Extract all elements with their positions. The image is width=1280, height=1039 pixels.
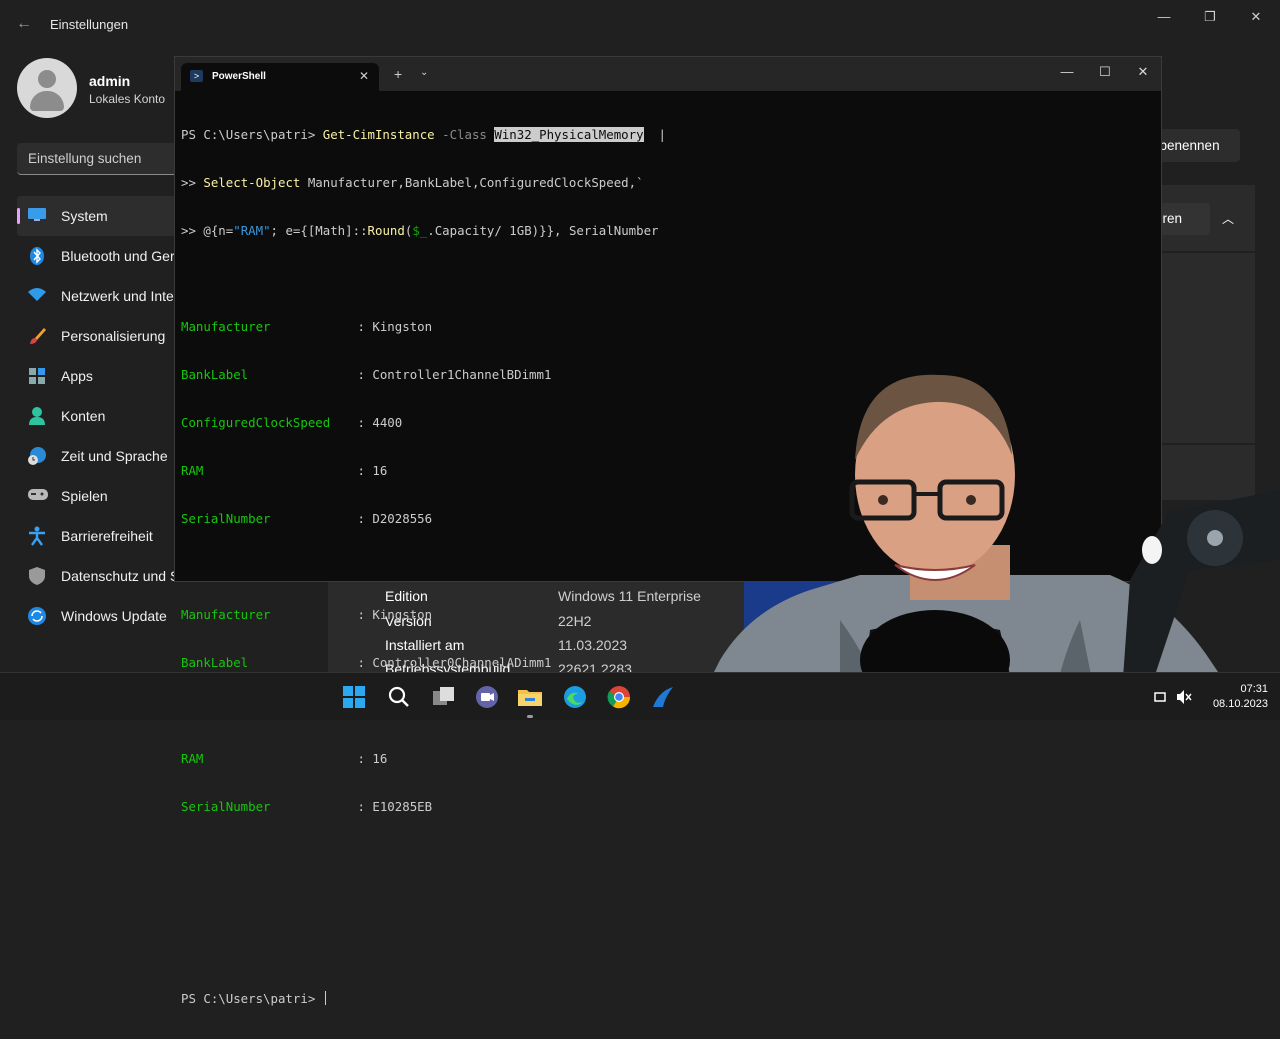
shield-icon [27,566,47,586]
sidebar-item-label: Barrierefreiheit [61,528,153,544]
sidebar-item-label: System [61,208,108,224]
minimize-button[interactable]: — [1055,64,1079,79]
sidebar-item-system[interactable]: System [17,196,177,236]
system-clock[interactable]: 07:31 08.10.2023 [1196,682,1268,712]
sidebar-item-accounts[interactable]: Konten [17,396,177,436]
sidebar-item-privacy[interactable]: Datenschutz und S [17,556,180,596]
text-cursor [324,991,326,1005]
update-icon [27,606,47,626]
brush-icon [27,326,47,346]
sidebar-item-label: Spielen [61,488,108,504]
avatar [17,58,77,118]
app-icon[interactable] [649,683,677,711]
tab-powershell[interactable]: > PowerShell ✕ [181,63,379,91]
sidebar-item-apps[interactable]: Apps [17,356,177,396]
person-icon [27,406,47,426]
active-app-indicator [527,715,533,718]
output-row: RAM : 16 [181,751,388,766]
terminal-tabbar: > PowerShell ✕ + ⌄ — ☐ ✕ [175,57,1161,91]
wifi-icon [27,286,47,306]
clock-time: 07:31 [1240,683,1268,695]
output-row: Manufacturer : Kingston [181,319,433,334]
gamepad-icon [27,486,48,506]
sidebar-item-windows-update[interactable]: Windows Update [17,596,177,636]
output-row: SerialNumber : E10285EB [181,799,433,814]
edge-icon[interactable] [561,683,589,711]
active-indicator [17,208,20,224]
powershell-icon: > [190,70,203,82]
user-profile[interactable]: admin Lokales Konto [17,58,165,118]
command-line: >> Select-Object Manufacturer,BankLabel,… [181,175,644,190]
chevron-down-icon[interactable]: ⌄ [420,67,428,78]
restore-button[interactable]: ❐ [1192,6,1228,28]
close-button[interactable]: ✕ [1238,6,1274,28]
sidebar-item-personalization[interactable]: Personalisierung [17,316,177,356]
tab-label: PowerShell [212,71,266,82]
prompt-line: PS C:\Users\patri> [181,991,666,1007]
search-icon[interactable] [385,683,413,711]
output-row: BankLabel : Controller1ChannelBDimm1 [181,367,552,382]
settings-title: Einstellungen [50,17,129,32]
clock-date: 08.10.2023 [1212,698,1268,710]
command-line: PS C:\Users\patri> Get-CimInstance -Clas… [181,127,666,142]
taskbar: 07:31 08.10.2023 [0,672,1280,720]
sidebar-item-label: Konten [61,408,106,424]
close-button[interactable]: ✕ [1131,64,1155,80]
teams-chat-icon[interactable] [473,683,501,711]
rename-label: ubenennen [1152,138,1220,153]
search-input[interactable]: Einstellung suchen [17,143,192,175]
output-row: ConfiguredClockSpeed : 4400 [181,415,403,430]
apps-icon [27,366,47,386]
minimize-button[interactable]: — [1146,6,1182,28]
task-view-icon[interactable] [430,683,458,711]
sidebar-item-label: Zeit und Sprache [61,448,168,464]
maximize-button[interactable]: ☐ [1093,64,1117,80]
sidebar-item-label: Netzwerk und Inte [61,288,174,304]
search-placeholder: Einstellung suchen [28,151,142,166]
back-arrow-icon[interactable]: ← [14,14,34,34]
user-name: admin [89,73,131,89]
file-explorer-icon[interactable] [516,683,544,711]
bluetooth-icon [27,246,47,266]
close-tab-icon[interactable]: ✕ [359,69,369,83]
sidebar-item-label: Bluetooth und Ger [61,248,175,264]
sidebar-item-network[interactable]: Netzwerk und Inte [17,276,177,316]
output-row: Manufacturer : Kingston [181,607,433,622]
webcam-overlay [690,360,1280,720]
console-output[interactable]: PS C:\Users\patri> Get-CimInstance -Clas… [181,95,666,1039]
clock-globe-icon [27,446,47,466]
command-line: >> @{n="RAM"; e={[Math]::Round($_.Capaci… [181,223,659,238]
accessibility-icon [27,526,47,546]
chevron-up-icon[interactable]: ︿ [1222,210,1234,227]
sidebar-item-bluetooth[interactable]: Bluetooth und Ger [17,236,177,276]
sidebar-item-label: Datenschutz und S [61,568,180,584]
sidebar-item-gaming[interactable]: Spielen [17,476,177,516]
sidebar-nav: System Bluetooth und Ger Netzwerk und In… [17,196,180,636]
settings-titlebar: ← Einstellungen — ❐ ✕ [0,0,1280,48]
sidebar-item-label: Windows Update [61,608,167,624]
account-type: Lokales Konto [89,92,166,106]
new-tab-button[interactable]: + [394,66,402,82]
monitor-icon [27,206,47,226]
sidebar-item-label: Apps [61,368,93,384]
output-row: SerialNumber : D2028556 [181,511,433,526]
output-row: RAM : 16 [181,463,388,478]
output-row: BankLabel : Controller0ChannelADimm1 [181,655,552,670]
sidebar-item-label: Personalisierung [61,328,166,344]
chrome-icon[interactable] [605,683,633,711]
sidebar-item-time-language[interactable]: Zeit und Sprache [17,436,177,476]
sidebar-item-accessibility[interactable]: Barrierefreiheit [17,516,177,556]
windows-start-icon[interactable] [340,683,368,711]
